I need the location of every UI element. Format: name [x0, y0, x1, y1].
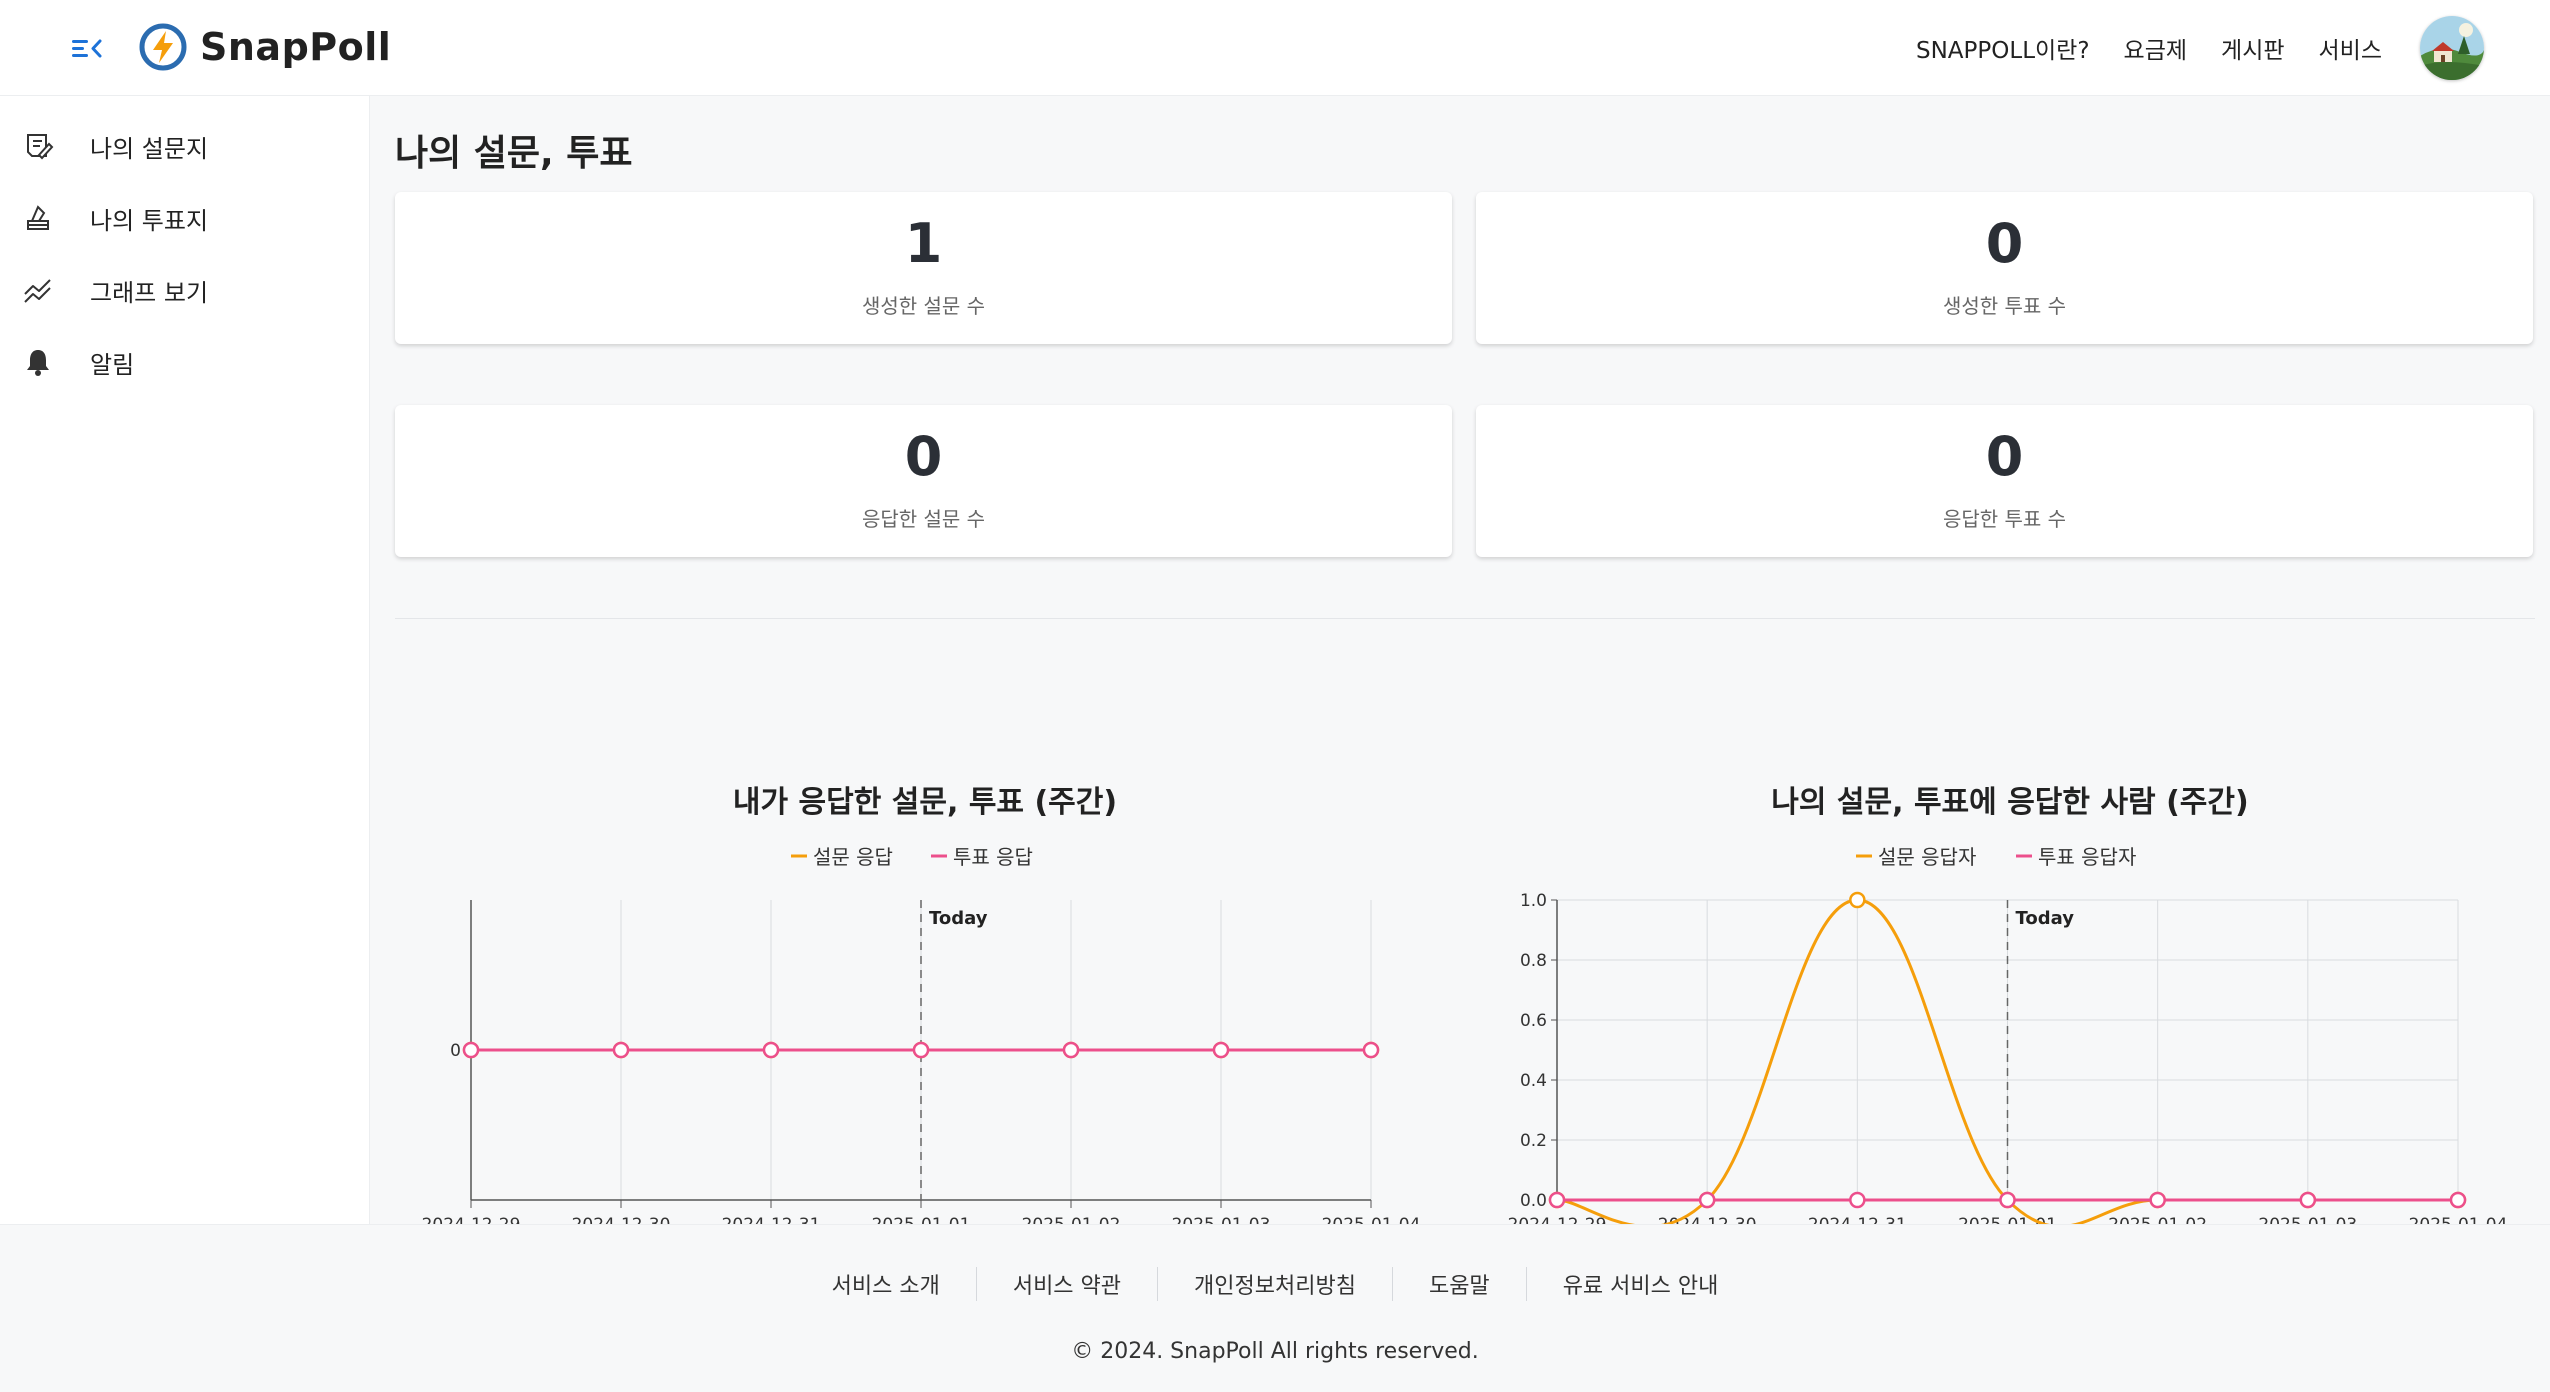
nav-board[interactable]: 게시판 [2221, 31, 2284, 65]
app-name: SnapPoll [200, 25, 392, 69]
data-point [1548, 1191, 1566, 1209]
sidebar-item-graphs[interactable]: 그래프 보기 [0, 254, 369, 326]
footer-link-help[interactable]: 도움말 [1393, 1268, 1526, 1300]
user-avatar[interactable] [2420, 16, 2484, 80]
sidebar-item-my-surveys[interactable]: 나의 설문지 [0, 110, 369, 182]
today-label: Today [2016, 908, 2075, 929]
stat-label: 응답한 투표 수 [1942, 507, 2067, 531]
data-point [1849, 891, 1866, 909]
bell-icon [20, 344, 56, 380]
stat-value: 1 [904, 212, 943, 275]
nav-services[interactable]: 서비스 [2319, 31, 2382, 65]
y-tick-label: 0.8 [1520, 951, 1547, 971]
page-title: 나의 설문, 투표 [395, 133, 633, 174]
vote-icon [20, 200, 56, 236]
survey-icon [20, 128, 56, 164]
stat-value: 0 [904, 425, 943, 488]
stat-value: 0 [1985, 425, 2024, 488]
data-point [1062, 1041, 1080, 1059]
chart-legend: 설문 응답자 투표 응답자 [1856, 845, 2136, 869]
stat-card-created-surveys: 1 생성한 설문 수 [395, 192, 1452, 344]
chart-legend: 설문 응답 투표 응답 [791, 845, 1033, 869]
responders-chart-svg: 나의 설문, 투표에 응답한 사람 (주간) 설문 응답자 투표 응답자 0.0 0.2… [1508, 785, 2508, 1235]
sidebar-item-label: 나의 설문지 [90, 134, 209, 163]
today-label: Today [929, 908, 988, 929]
footer-link-privacy[interactable]: 개인정보처리방침 [1158, 1268, 1392, 1300]
lightning-logo-icon [139, 23, 187, 71]
sidebar-item-label: 그래프 보기 [90, 278, 209, 307]
sidebar: 나의 설문지 나의 투표지 그래프 보기 알림 [0, 96, 370, 1224]
copyright-text: © 2024. SnapPoll All rights reserved. [1071, 1339, 1479, 1364]
graph-icon [20, 272, 56, 308]
data-point [2449, 1191, 2467, 1209]
sidebar-item-label: 나의 투표지 [90, 206, 209, 235]
my-responses-chart-svg: 내가 응답한 설문, 투표 (주간)설문 응답투표 응답02024-12-292… [422, 785, 1421, 1235]
top-header: SnapPoll SNAPPOLL이란? 요금제 게시판 서비스 [0, 0, 2550, 96]
footer-link-about[interactable]: 서비스 소개 [796, 1268, 976, 1300]
data-point [1212, 1041, 1230, 1059]
data-point [912, 1041, 930, 1059]
footer-link-terms[interactable]: 서비스 약관 [977, 1268, 1157, 1300]
data-point [612, 1041, 630, 1059]
data-point [1849, 1191, 1866, 1209]
y-tick-label: 0.6 [1520, 1011, 1547, 1031]
menu-collapse-icon[interactable] [64, 30, 108, 66]
y-tick-label: 0.2 [1520, 1131, 1547, 1151]
data-point [462, 1041, 480, 1059]
chart-title: 내가 응답한 설문, 투표 (주간) [733, 785, 1117, 820]
data-point [1698, 1191, 1716, 1209]
chart-title: 나의 설문, 투표에 응답한 사람 (주간) [1771, 785, 2248, 820]
stat-label: 응답한 설문 수 [861, 507, 986, 531]
top-navigation: SNAPPOLL이란? 요금제 게시판 서비스 [1916, 14, 2484, 82]
section-divider [395, 618, 2535, 619]
data-point [762, 1041, 780, 1059]
y-tick-label: 0.0 [1520, 1191, 1547, 1211]
stat-value: 0 [1985, 212, 2024, 275]
nav-about[interactable]: SNAPPOLL이란? [1916, 31, 2090, 65]
footer-links: 서비스 소개 서비스 약관 개인정보처리방침 도움말 유료 서비스 안내 [0, 1267, 2550, 1301]
sidebar-item-notifications[interactable]: 알림 [0, 326, 369, 398]
chart-my-responses: 내가 응답한 설문, 투표 (주간)설문 응답투표 응답02024-12-292… [395, 672, 1455, 1256]
legend-label: 설문 응답 [813, 845, 893, 869]
stat-label: 생성한 투표 수 [1942, 294, 2067, 318]
data-point [2299, 1191, 2317, 1209]
data-point [1362, 1041, 1380, 1059]
data-point [1999, 1191, 2016, 1209]
stat-label: 생성한 설문 수 [861, 294, 986, 318]
footer: 서비스 소개 서비스 약관 개인정보처리방침 도움말 유료 서비스 안내 © 2… [0, 1224, 2550, 1392]
sidebar-item-label: 알림 [90, 350, 135, 379]
chart-responders: 나의 설문, 투표에 응답한 사람 (주간) 설문 응답자 투표 응답자 0.0 0.2… [1480, 672, 2540, 1256]
y-tick-label: 1.0 [1520, 891, 1547, 911]
legend-label: 설문 응답자 [1878, 845, 1976, 869]
stat-card-created-votes: 0 생성한 투표 수 [1476, 192, 2533, 344]
y-tick-label: 0.4 [1520, 1071, 1547, 1091]
app-logo[interactable]: SnapPoll [138, 22, 391, 72]
stat-card-answered-votes: 0 응답한 투표 수 [1476, 405, 2533, 557]
sidebar-item-my-votes[interactable]: 나의 투표지 [0, 182, 369, 254]
stat-card-answered-surveys: 0 응답한 설문 수 [395, 405, 1452, 557]
footer-link-paid-service[interactable]: 유료 서비스 안내 [1527, 1268, 1755, 1300]
legend-label: 투표 응답 [953, 845, 1033, 869]
legend-label: 투표 응답자 [2038, 845, 2136, 869]
nav-pricing[interactable]: 요금제 [2124, 31, 2187, 65]
data-point [2149, 1191, 2166, 1209]
y-tick-label: 0 [450, 1041, 461, 1061]
